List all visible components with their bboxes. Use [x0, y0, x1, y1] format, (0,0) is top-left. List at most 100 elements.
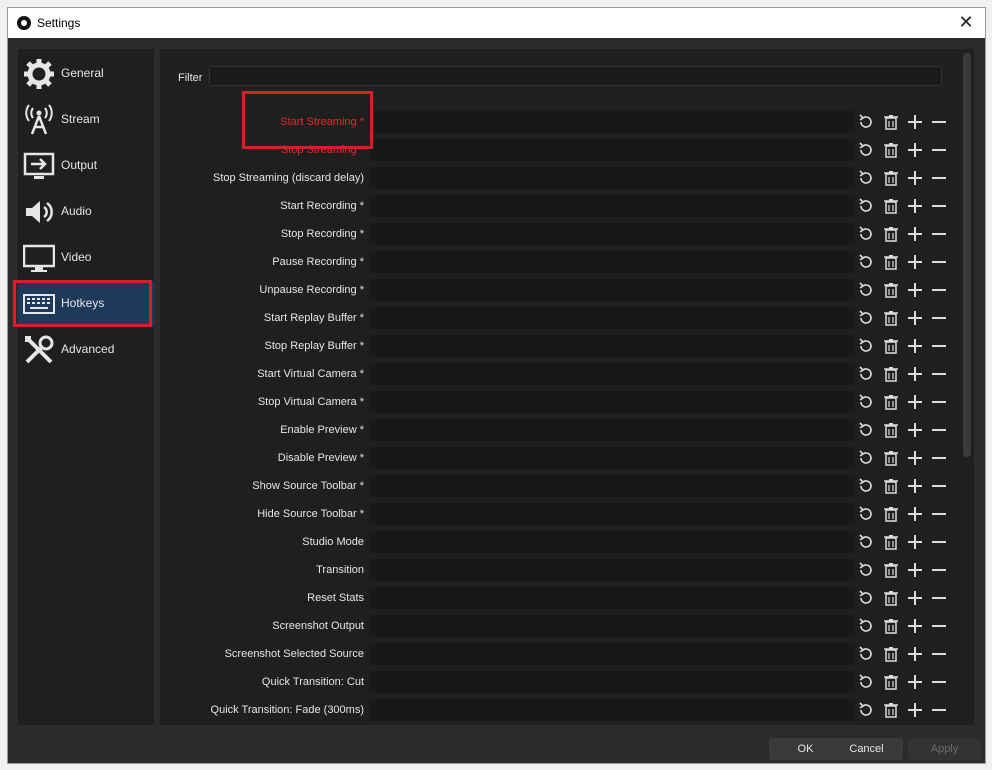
remove-button[interactable]: [930, 561, 948, 579]
hotkey-input[interactable]: [369, 363, 855, 385]
remove-button[interactable]: [930, 337, 948, 355]
scrollbar[interactable]: [960, 49, 974, 725]
sidebar-item-audio[interactable]: Audio: [18, 189, 154, 235]
add-button[interactable]: [906, 169, 924, 187]
add-button[interactable]: [906, 533, 924, 551]
remove-button[interactable]: [930, 113, 948, 131]
hotkey-input[interactable]: [369, 419, 855, 441]
revert-button[interactable]: [857, 533, 875, 551]
hotkey-input[interactable]: [369, 111, 855, 133]
delete-button[interactable]: [882, 449, 900, 467]
hotkey-input[interactable]: [369, 335, 855, 357]
revert-button[interactable]: [857, 421, 875, 439]
sidebar-item-output[interactable]: Output: [18, 143, 154, 189]
delete-button[interactable]: [882, 673, 900, 691]
close-icon[interactable]: ✕: [957, 13, 975, 31]
add-button[interactable]: [906, 701, 924, 719]
hotkey-input[interactable]: [369, 643, 855, 665]
delete-button[interactable]: [882, 281, 900, 299]
add-button[interactable]: [906, 197, 924, 215]
add-button[interactable]: [906, 477, 924, 495]
hotkey-input[interactable]: [369, 223, 855, 245]
add-button[interactable]: [906, 337, 924, 355]
delete-button[interactable]: [882, 169, 900, 187]
revert-button[interactable]: [857, 477, 875, 495]
revert-button[interactable]: [857, 645, 875, 663]
remove-button[interactable]: [930, 281, 948, 299]
delete-button[interactable]: [882, 309, 900, 327]
hotkey-input[interactable]: [369, 167, 855, 189]
revert-button[interactable]: [857, 365, 875, 383]
delete-button[interactable]: [882, 365, 900, 383]
hotkey-input[interactable]: [369, 559, 855, 581]
delete-button[interactable]: [882, 225, 900, 243]
delete-button[interactable]: [882, 701, 900, 719]
delete-button[interactable]: [882, 617, 900, 635]
delete-button[interactable]: [882, 197, 900, 215]
delete-button[interactable]: [882, 589, 900, 607]
remove-button[interactable]: [930, 477, 948, 495]
revert-button[interactable]: [857, 505, 875, 523]
cancel-button[interactable]: Cancel: [830, 738, 903, 760]
revert-button[interactable]: [857, 169, 875, 187]
add-button[interactable]: [906, 281, 924, 299]
remove-button[interactable]: [930, 169, 948, 187]
filter-input[interactable]: [209, 66, 942, 86]
add-button[interactable]: [906, 309, 924, 327]
remove-button[interactable]: [930, 393, 948, 411]
revert-button[interactable]: [857, 253, 875, 271]
add-button[interactable]: [906, 589, 924, 607]
delete-button[interactable]: [882, 477, 900, 495]
revert-button[interactable]: [857, 113, 875, 131]
remove-button[interactable]: [930, 365, 948, 383]
delete-button[interactable]: [882, 561, 900, 579]
remove-button[interactable]: [930, 309, 948, 327]
sidebar-item-advanced[interactable]: Advanced: [18, 327, 154, 373]
sidebar-item-general[interactable]: General: [18, 51, 154, 97]
revert-button[interactable]: [857, 589, 875, 607]
remove-button[interactable]: [930, 253, 948, 271]
delete-button[interactable]: [882, 393, 900, 411]
revert-button[interactable]: [857, 225, 875, 243]
delete-button[interactable]: [882, 421, 900, 439]
revert-button[interactable]: [857, 561, 875, 579]
revert-button[interactable]: [857, 701, 875, 719]
hotkey-input[interactable]: [369, 587, 855, 609]
add-button[interactable]: [906, 421, 924, 439]
sidebar-item-video[interactable]: Video: [18, 235, 154, 281]
revert-button[interactable]: [857, 337, 875, 355]
remove-button[interactable]: [930, 701, 948, 719]
hotkey-input[interactable]: [369, 251, 855, 273]
revert-button[interactable]: [857, 281, 875, 299]
revert-button[interactable]: [857, 141, 875, 159]
revert-button[interactable]: [857, 673, 875, 691]
add-button[interactable]: [906, 645, 924, 663]
delete-button[interactable]: [882, 113, 900, 131]
delete-button[interactable]: [882, 337, 900, 355]
add-button[interactable]: [906, 365, 924, 383]
hotkey-input[interactable]: [369, 699, 855, 721]
add-button[interactable]: [906, 505, 924, 523]
revert-button[interactable]: [857, 393, 875, 411]
add-button[interactable]: [906, 253, 924, 271]
remove-button[interactable]: [930, 141, 948, 159]
hotkey-input[interactable]: [369, 615, 855, 637]
delete-button[interactable]: [882, 645, 900, 663]
hotkey-input[interactable]: [369, 671, 855, 693]
hotkey-input[interactable]: [369, 475, 855, 497]
hotkey-input[interactable]: [369, 279, 855, 301]
remove-button[interactable]: [930, 197, 948, 215]
apply-button[interactable]: Apply: [908, 738, 981, 760]
remove-button[interactable]: [930, 449, 948, 467]
remove-button[interactable]: [930, 617, 948, 635]
delete-button[interactable]: [882, 253, 900, 271]
hotkey-input[interactable]: [369, 195, 855, 217]
remove-button[interactable]: [930, 505, 948, 523]
add-button[interactable]: [906, 673, 924, 691]
remove-button[interactable]: [930, 533, 948, 551]
add-button[interactable]: [906, 449, 924, 467]
hotkey-input[interactable]: [369, 447, 855, 469]
remove-button[interactable]: [930, 589, 948, 607]
add-button[interactable]: [906, 225, 924, 243]
scroll-thumb[interactable]: [963, 53, 971, 457]
